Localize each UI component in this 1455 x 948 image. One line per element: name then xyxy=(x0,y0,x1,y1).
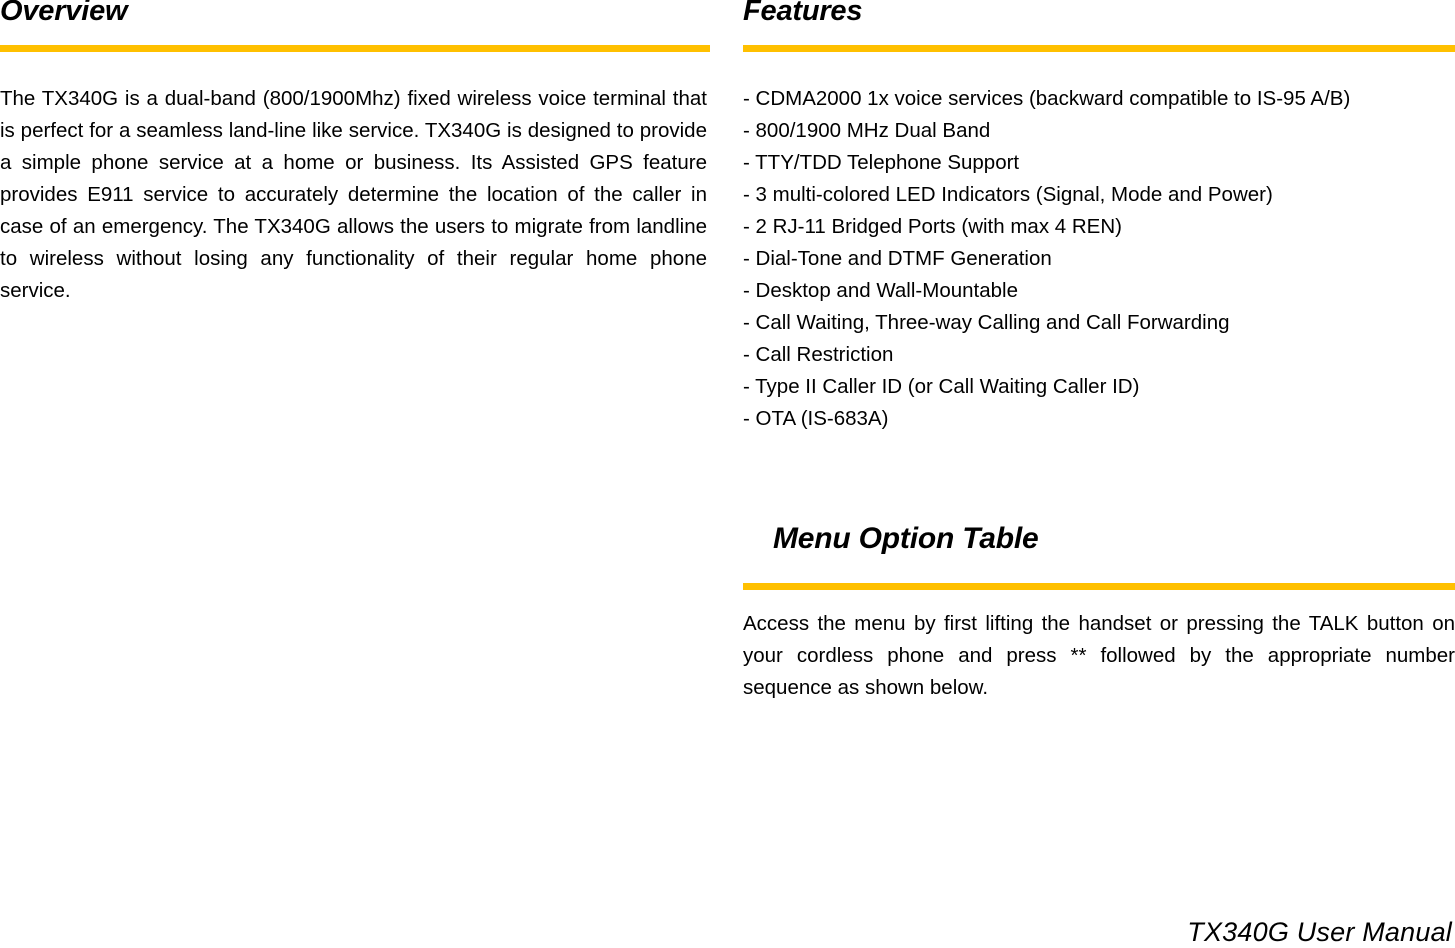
features-divider-rule xyxy=(743,45,1455,52)
list-item: - Dial-Tone and DTMF Generation xyxy=(743,247,1052,270)
document-page: Overview The TX340G is a dual-band (800/… xyxy=(0,0,1455,948)
list-item: - Call Restriction xyxy=(743,343,894,366)
list-item: - Desktop and Wall-Mountable xyxy=(743,279,1018,302)
overview-heading: Overview xyxy=(0,0,128,27)
menu-option-table-divider-rule xyxy=(743,583,1455,590)
list-item: - Type II Caller ID (or Call Waiting Cal… xyxy=(743,375,1140,398)
menu-option-table-heading: Menu Option Table xyxy=(773,522,1039,555)
list-item: - 3 multi-colored LED Indicators (Signal… xyxy=(743,183,1273,206)
page-footer: TX340G User Manual xyxy=(1187,917,1452,947)
overview-paragraph: The TX340G is a dual-band (800/1900Mhz) … xyxy=(0,87,707,302)
features-list: - CDMA2000 1x voice services (backward c… xyxy=(743,83,1455,435)
overview-divider-rule xyxy=(0,45,710,52)
list-item: - CDMA2000 1x voice services (backward c… xyxy=(743,87,1351,110)
list-item: - 800/1900 MHz Dual Band xyxy=(743,119,991,142)
menu-option-table-paragraph: Access the menu by first lifting the han… xyxy=(743,612,1455,699)
list-item: - Call Waiting, Three-way Calling and Ca… xyxy=(743,311,1230,334)
list-item: - TTY/TDD Telephone Support xyxy=(743,151,1020,174)
list-item: - 2 RJ-11 Bridged Ports (with max 4 REN) xyxy=(743,215,1122,238)
list-item: - OTA (IS-683A) xyxy=(743,407,889,430)
features-heading: Features xyxy=(743,0,863,27)
